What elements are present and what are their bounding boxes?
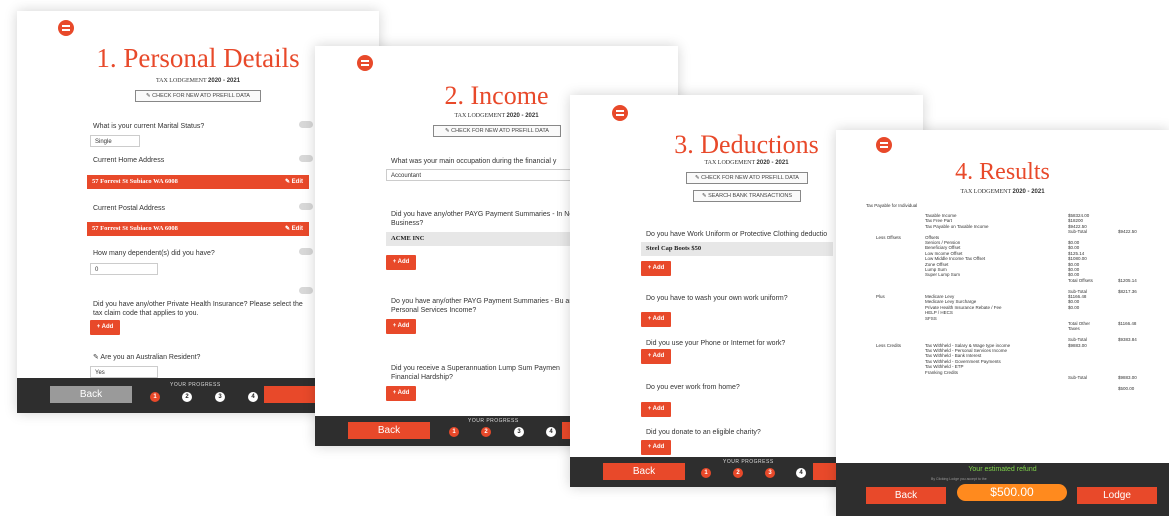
menu-icon[interactable] (612, 105, 628, 121)
progress-label: YOUR PROGRESS (723, 459, 774, 465)
payg-label: Did you have any/other PAYG Payment Summ… (391, 211, 578, 227)
result-label: SFSS (925, 315, 937, 321)
result-label: Tax Payable on Taxable Income (925, 223, 989, 229)
add-payg-button[interactable]: + Add (386, 255, 416, 270)
bank-transactions-button[interactable]: ✎ SEARCH BANK TRANSACTIONS (693, 190, 801, 202)
postal-address-label: Current Postal Address (93, 205, 165, 212)
work-from-home-label: Do you ever work from home? (646, 384, 740, 391)
add-super-button[interactable]: + Add (386, 386, 416, 401)
section-label: Tax Payable for Individual (866, 203, 918, 208)
step-1[interactable]: 1 (449, 427, 459, 437)
payg-business-label: Do you have any/other PAYG Payment Summa… (391, 298, 578, 314)
result-total: $1205.14 (1118, 277, 1137, 283)
step-2[interactable]: 2 (182, 392, 192, 402)
resident-label: ✎ Are you an Australian Resident? (93, 354, 201, 361)
health-insurance-label: Did you have any/other Private Health In… (93, 301, 303, 317)
super-lump-sum-label: Did you receive a Superannuation Lump Su… (391, 365, 560, 381)
step-1[interactable]: 1 (701, 468, 711, 478)
back-button[interactable]: Back (866, 487, 946, 504)
results-footer: Your estimated refund By Clicking Lodge … (836, 463, 1169, 516)
progress-label: YOUR PROGRESS (170, 382, 221, 388)
edit-home-address-button[interactable]: ✎ Edit (285, 175, 303, 189)
help-chat-icon[interactable] (299, 287, 313, 294)
home-address-label: Current Home Address (93, 157, 165, 164)
result-category: Less Offsets (876, 234, 901, 240)
result-label: Franking Credits (925, 369, 959, 375)
add-health-insurance-button[interactable]: + Add (90, 320, 120, 335)
fine-print: By Clicking Lodge you accept to the (931, 477, 987, 481)
help-chat-icon[interactable] (299, 155, 313, 162)
result-total: $500.00 (1118, 385, 1135, 391)
add-charity-button[interactable]: + Add (641, 440, 671, 455)
step-3[interactable]: 3 (765, 468, 775, 478)
results-screen: 4. Results TAX LODGEMENT 2020 - 2021 Tax… (836, 130, 1169, 516)
step-2[interactable]: 2 (733, 468, 743, 478)
home-address-row[interactable]: 57 Forrest St Subiaco WA 6008 ✎ Edit (87, 175, 309, 189)
wash-uniform-label: Do you have to wash your own work unifor… (646, 295, 788, 302)
add-work-from-home-button[interactable]: + Add (641, 402, 671, 417)
menu-icon[interactable] (58, 20, 74, 36)
progress-label: YOUR PROGRESS (468, 418, 519, 424)
back-button[interactable]: Back (603, 463, 685, 480)
ato-prefill-button[interactable]: ✎ CHECK FOR NEW ATO PREFILL DATA (135, 90, 261, 102)
result-total: $9883.00 (1118, 375, 1137, 380)
dependents-input[interactable]: 0 (90, 263, 158, 275)
add-phone-button[interactable]: + Add (641, 349, 671, 364)
help-chat-icon[interactable] (299, 248, 313, 255)
result-amount: $0.00 (1068, 304, 1080, 310)
step-3[interactable]: 3 (514, 427, 524, 437)
result-label: Super Lump Sum (925, 272, 961, 278)
help-chat-icon[interactable] (299, 121, 313, 128)
step-4[interactable]: 4 (248, 392, 258, 402)
back-button[interactable]: Back (50, 386, 132, 403)
step-3[interactable]: 3 (215, 392, 225, 402)
lodgement-year: TAX LODGEMENT 2020 - 2021 (960, 189, 1045, 195)
phone-internet-label: Did you use your Phone or Internet for w… (646, 340, 786, 347)
refund-amount: $500.00 (957, 484, 1067, 501)
result-amount: Sub-Total (1068, 229, 1088, 235)
result-amount: $9883.00 (1068, 342, 1087, 348)
result-amount: Sub-Total (1068, 375, 1088, 380)
step-4[interactable]: 4 (796, 468, 806, 478)
ato-prefill-button[interactable]: ✎ CHECK FOR NEW ATO PREFILL DATA (686, 172, 808, 184)
page-title: 4. Results (955, 159, 1050, 185)
marital-status-select[interactable]: Single (90, 135, 140, 147)
add-payg-business-button[interactable]: + Add (386, 319, 416, 334)
back-button[interactable]: Back (348, 422, 430, 439)
uniform-deduction-row[interactable]: Steel Cap Boots $50 (641, 242, 833, 256)
add-wash-uniform-button[interactable]: + Add (641, 312, 671, 327)
result-total: $1166.48 (1118, 321, 1137, 326)
add-uniform-button[interactable]: + Add (641, 261, 671, 276)
step-2[interactable]: 2 (481, 427, 491, 437)
result-total: $8217.36 (1118, 288, 1137, 294)
lodge-button[interactable]: Lodge (1077, 487, 1157, 504)
resident-input[interactable]: Yes (90, 366, 158, 378)
charity-label: Did you donate to an eligible charity? (646, 429, 761, 436)
menu-icon[interactable] (357, 55, 373, 71)
menu-icon[interactable] (876, 137, 892, 153)
result-total: $9383.84 (1118, 337, 1137, 343)
step-1[interactable]: 1 (150, 392, 160, 402)
postal-address-row[interactable]: 57 Forrest St Subiaco WA 6008 ✎ Edit (87, 222, 309, 236)
ato-prefill-button[interactable]: ✎ CHECK FOR NEW ATO PREFILL DATA (433, 125, 561, 137)
edit-postal-address-button[interactable]: ✎ Edit (285, 222, 303, 236)
step-4[interactable]: 4 (546, 427, 556, 437)
help-chat-icon[interactable] (299, 203, 313, 210)
dependents-label: How many dependent(s) did you have? (93, 250, 215, 257)
result-category: Less Credits (876, 342, 902, 348)
result-total: $9422.50 (1118, 229, 1137, 235)
result-category: Plus (876, 294, 885, 299)
result-amount: Total Offsets (1068, 277, 1093, 283)
marital-status-label: What is your current Marital Status? (93, 123, 205, 130)
refund-label: Your estimated refund (968, 466, 1037, 473)
result-amount: Taxes (1068, 326, 1080, 332)
